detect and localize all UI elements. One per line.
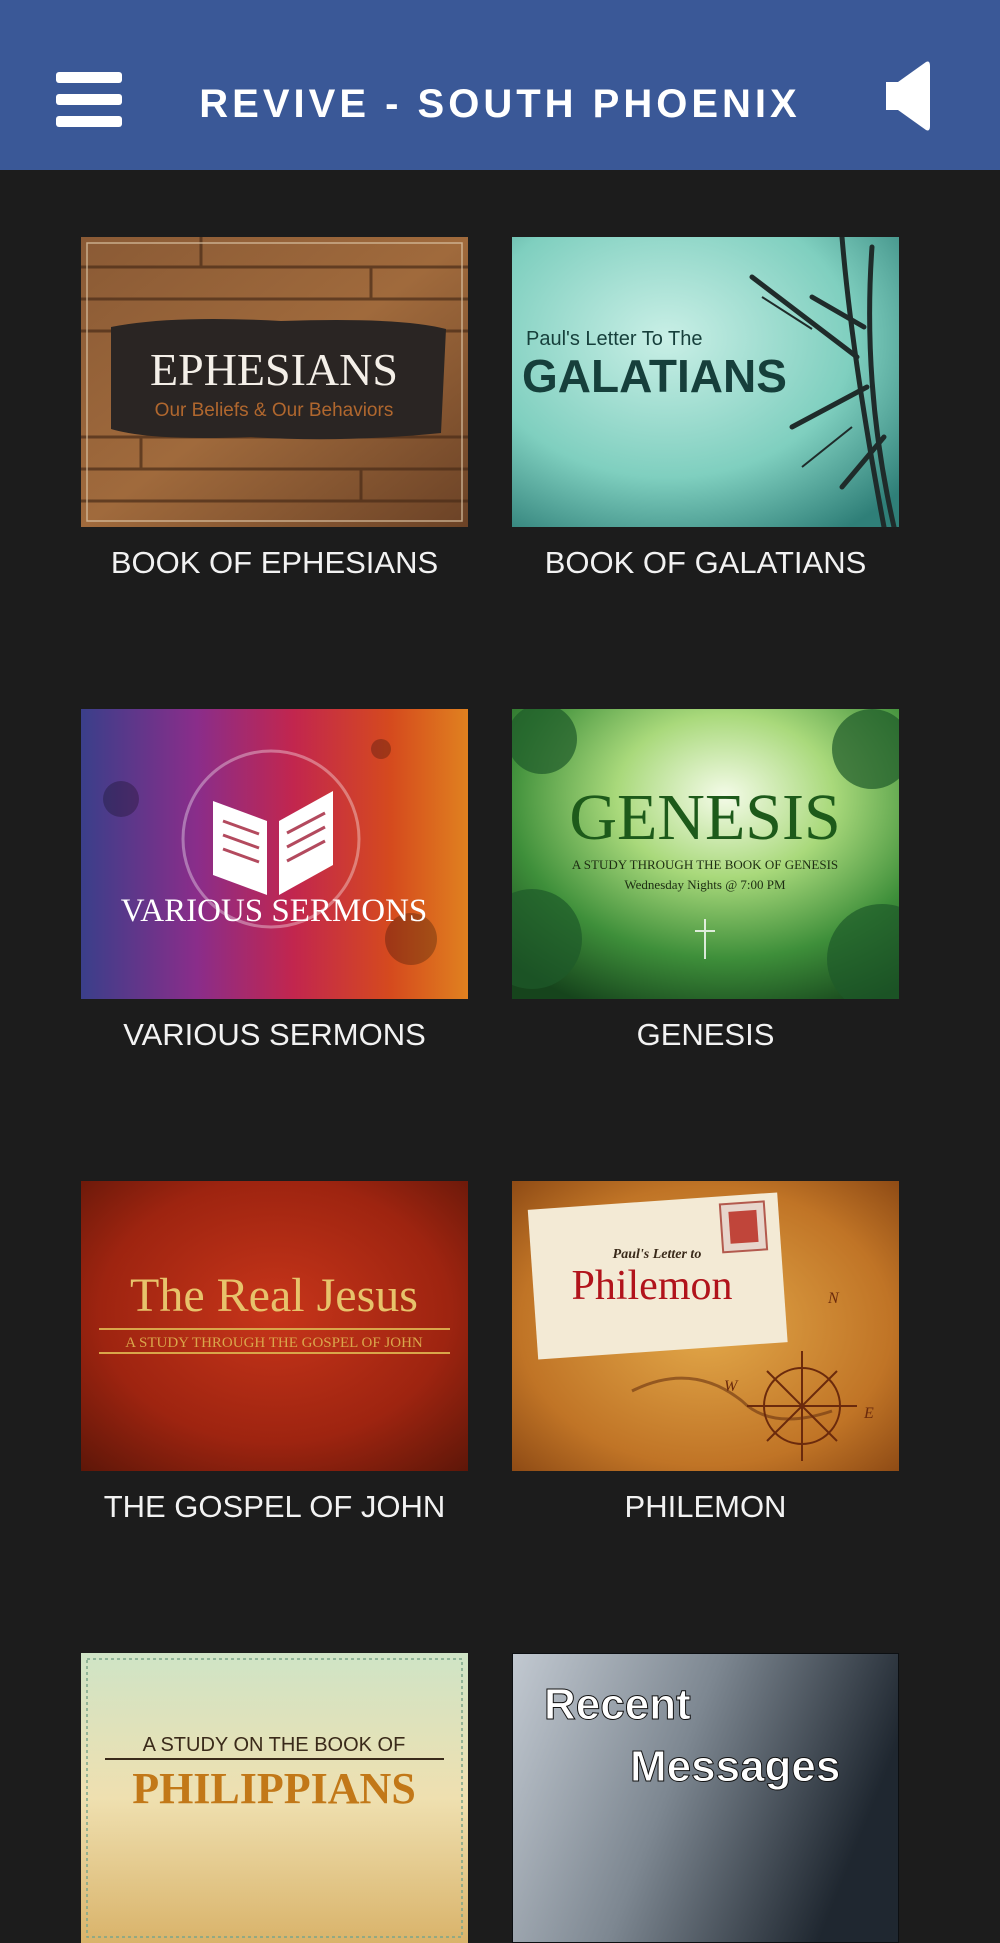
recent-art-line2: Messages <box>630 1742 840 1791</box>
top-app-bar: REVIVE - SOUTH PHOENIX <box>0 0 1000 170</box>
series-thumbnail-various-sermons[interactable]: VARIOUS SERMONS <box>81 709 468 999</box>
series-thumbnail-ephesians[interactable]: EPHESIANS Our Beliefs & Our Behaviors <box>81 237 468 527</box>
philemon-art-title: Philemon <box>571 1263 732 1309</box>
compass-n-label: N <box>827 1290 840 1307</box>
page-title: REVIVE - SOUTH PHOENIX <box>199 82 801 126</box>
hamburger-menu-icon[interactable] <box>56 72 122 128</box>
series-thumbnail-philemon[interactable]: Paul's Letter to Philemon N W E <box>512 1181 899 1471</box>
recent-art-line1: Recent <box>544 1680 691 1729</box>
genesis-art-title: GENESIS <box>569 781 840 854</box>
compass-e-label: E <box>863 1405 874 1422</box>
ephesians-art-title: EPHESIANS <box>150 344 398 395</box>
series-thumbnail-galatians[interactable]: Paul's Letter To The GALATIANS <box>512 237 899 527</box>
philippians-art-kicker: A STUDY ON THE BOOK OF <box>143 1734 406 1756</box>
various-sermons-art-title: VARIOUS SERMONS <box>121 893 428 929</box>
series-caption[interactable]: GENESIS <box>492 1017 919 1053</box>
compass-w-label: W <box>724 1378 739 1395</box>
series-caption[interactable]: PHILEMON <box>492 1489 919 1525</box>
series-thumbnail-genesis[interactable]: GENESIS A STUDY THROUGH THE BOOK OF GENE… <box>512 709 899 999</box>
series-thumbnail-gospel-of-john[interactable]: The Real Jesus A STUDY THROUGH THE GOSPE… <box>81 1181 468 1471</box>
series-caption[interactable]: VARIOUS SERMONS <box>61 1017 488 1053</box>
ephesians-art-subtitle: Our Beliefs & Our Behaviors <box>155 400 394 421</box>
galatians-art-kicker: Paul's Letter To The <box>526 328 703 350</box>
philemon-art-kicker: Paul's Letter to <box>613 1247 702 1262</box>
series-thumbnail-recent-messages[interactable]: Recent Messages <box>512 1653 899 1943</box>
series-caption[interactable]: BOOK OF GALATIANS <box>492 545 919 581</box>
genesis-art-note: Wednesday Nights @ 7:00 PM <box>624 877 786 892</box>
series-caption[interactable]: BOOK OF EPHESIANS <box>61 545 488 581</box>
speaker-icon[interactable] <box>884 58 934 134</box>
series-thumbnail-philippians[interactable]: A STUDY ON THE BOOK OF PHILIPPIANS <box>81 1653 468 1943</box>
galatians-art-title: GALATIANS <box>522 350 787 402</box>
series-caption[interactable]: THE GOSPEL OF JOHN <box>61 1489 488 1525</box>
philippians-art-title: PHILIPPIANS <box>132 1764 416 1813</box>
genesis-art-subtitle: A STUDY THROUGH THE BOOK OF GENESIS <box>572 857 838 872</box>
real-jesus-art-subtitle: A STUDY THROUGH THE GOSPEL OF JOHN <box>125 1335 423 1351</box>
real-jesus-art-title: The Real Jesus <box>130 1269 418 1322</box>
